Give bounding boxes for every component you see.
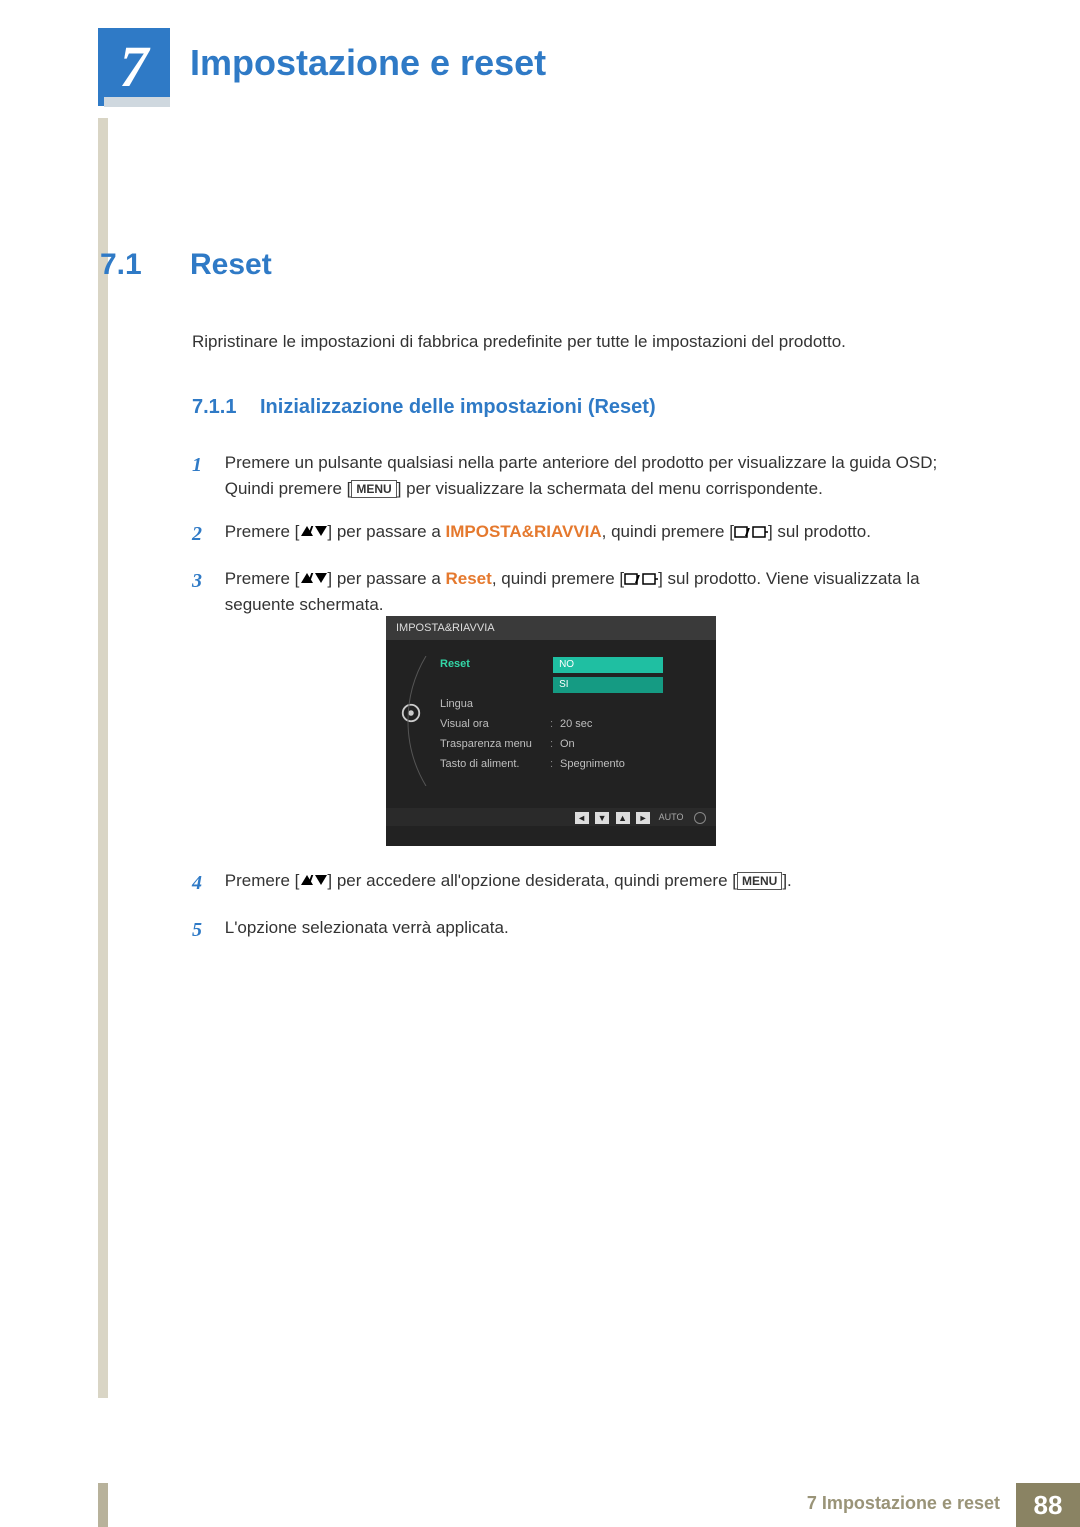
step-text: Premere un pulsante qualsiasi nella part…	[225, 450, 985, 503]
osd-row-trasparenza: Trasparenza menu:On	[440, 734, 700, 754]
up-down-arrows-icon	[299, 567, 327, 581]
text-fragment: ] sul prodotto.	[768, 522, 871, 541]
osd-label: Trasparenza menu	[440, 734, 550, 754]
up-down-arrows-icon	[299, 869, 327, 883]
osd-row-tasto: Tasto di aliment.:Spegnimento	[440, 754, 700, 774]
steps-list-2: 4 Premere [ ] per accedere all'opzione de…	[192, 868, 992, 962]
power-icon	[694, 812, 706, 824]
step-1: 1 Premere un pulsante qualsiasi nella pa…	[192, 450, 992, 503]
osd-curve-decoration	[406, 656, 436, 786]
left-gutter-bar	[98, 118, 108, 1398]
menu-button-label: MENU	[351, 480, 396, 498]
osd-label: Visual ora	[440, 714, 550, 734]
section-number: 7.1	[100, 248, 142, 282]
steps-list-1: 1 Premere un pulsante qualsiasi nella pa…	[192, 450, 992, 634]
osd-title: IMPOSTA&RIAVVIA	[386, 616, 716, 640]
text-fragment: Premere [	[225, 871, 300, 890]
osd-row-visualora: Visual ora:20 sec	[440, 714, 700, 734]
osd-footer: ◄ ▼ ▲ ► AUTO	[386, 808, 716, 826]
step-number: 4	[192, 868, 220, 899]
chapter-number: 7	[98, 28, 170, 106]
osd-option-no: NO	[553, 657, 663, 673]
footer-chapter-label: 7 Impostazione e reset	[807, 1493, 1000, 1514]
step-text: L'opzione selezionata verrà applicata.	[225, 915, 985, 941]
section-intro: Ripristinare le impostazioni di fabbrica…	[192, 332, 846, 352]
step-2: 2 Premere [ ] per passare a IMPOSTA&RIAVV…	[192, 519, 992, 550]
auto-label: AUTO	[659, 812, 684, 822]
osd-colon: :	[550, 714, 560, 734]
osd-body: Reset NO SI Lingua Visual ora:20 sec Tra…	[386, 640, 716, 826]
text-fragment: ] per passare a	[327, 569, 445, 588]
text-fragment: ] per accedere all'opzione desiderata, q…	[327, 871, 737, 890]
left-key-icon: ◄	[575, 812, 589, 824]
osd-option-si: SI	[553, 677, 663, 693]
highlighted-term: IMPOSTA&RIAVVIA	[446, 522, 602, 541]
text-fragment: , quindi premere [	[602, 522, 734, 541]
osd-colon: :	[550, 734, 560, 754]
page-footer: 7 Impostazione e reset 88	[0, 1483, 1080, 1527]
right-key-icon: ►	[636, 812, 650, 824]
osd-value: Spegnimento	[560, 754, 625, 774]
text-fragment: ].	[782, 871, 791, 890]
page-number: 88	[1016, 1483, 1080, 1527]
up-key-icon: ▲	[616, 812, 630, 824]
text-fragment: ] per passare a	[327, 522, 445, 541]
osd-row-reset: Reset NO	[440, 654, 700, 674]
step-4: 4 Premere [ ] per accedere all'opzione de…	[192, 868, 992, 899]
down-key-icon: ▼	[595, 812, 609, 824]
osd-label: Tasto di aliment.	[440, 754, 550, 774]
step-text: Premere [ ] per passare a IMPOSTA&RIAVVIA…	[225, 519, 985, 545]
text-fragment: , quindi premere [	[492, 569, 624, 588]
osd-value: On	[560, 734, 575, 754]
osd-screenshot: IMPOSTA&RIAVVIA Reset NO SI Lingua	[386, 616, 716, 846]
step-5: 5 L'opzione selezionata verrà applicata.	[192, 915, 992, 946]
subsection-number: 7.1.1	[192, 396, 236, 419]
section-title: Reset	[190, 248, 272, 282]
enter-source-icon	[624, 568, 658, 582]
text-fragment: ] per visualizzare la schermata del menu…	[397, 479, 823, 498]
osd-label: Lingua	[440, 694, 550, 714]
step-3: 3 Premere [ ] per passare a Reset, quindi…	[192, 566, 992, 619]
step-number: 5	[192, 915, 220, 946]
footer-gutter-accent	[98, 1483, 108, 1527]
enter-source-icon	[734, 521, 768, 535]
up-down-arrows-icon	[299, 520, 327, 534]
step-text: Premere [ ] per accedere all'opzione desi…	[225, 868, 985, 894]
osd-label: Reset	[440, 654, 550, 674]
page: 7 Impostazione e reset 7.1 Reset Riprist…	[0, 0, 1080, 1527]
step-number: 1	[192, 450, 220, 481]
osd-rows: Reset NO SI Lingua Visual ora:20 sec Tra…	[440, 654, 700, 774]
chapter-title: Impostazione e reset	[190, 42, 546, 84]
osd-row-reset-si: SI	[440, 674, 700, 694]
osd-row-lingua: Lingua	[440, 694, 700, 714]
osd-colon: :	[550, 754, 560, 774]
text-fragment: Premere [	[225, 522, 300, 541]
osd-value: 20 sec	[560, 714, 592, 734]
step-number: 3	[192, 566, 220, 597]
step-text: Premere [ ] per passare a Reset, quindi p…	[225, 566, 985, 619]
text-fragment: Premere [	[225, 569, 300, 588]
step-number: 2	[192, 519, 220, 550]
highlighted-term: Reset	[446, 569, 492, 588]
subsection-title: Inizializzazione delle impostazioni (Res…	[260, 396, 656, 419]
menu-button-label: MENU	[737, 872, 782, 890]
